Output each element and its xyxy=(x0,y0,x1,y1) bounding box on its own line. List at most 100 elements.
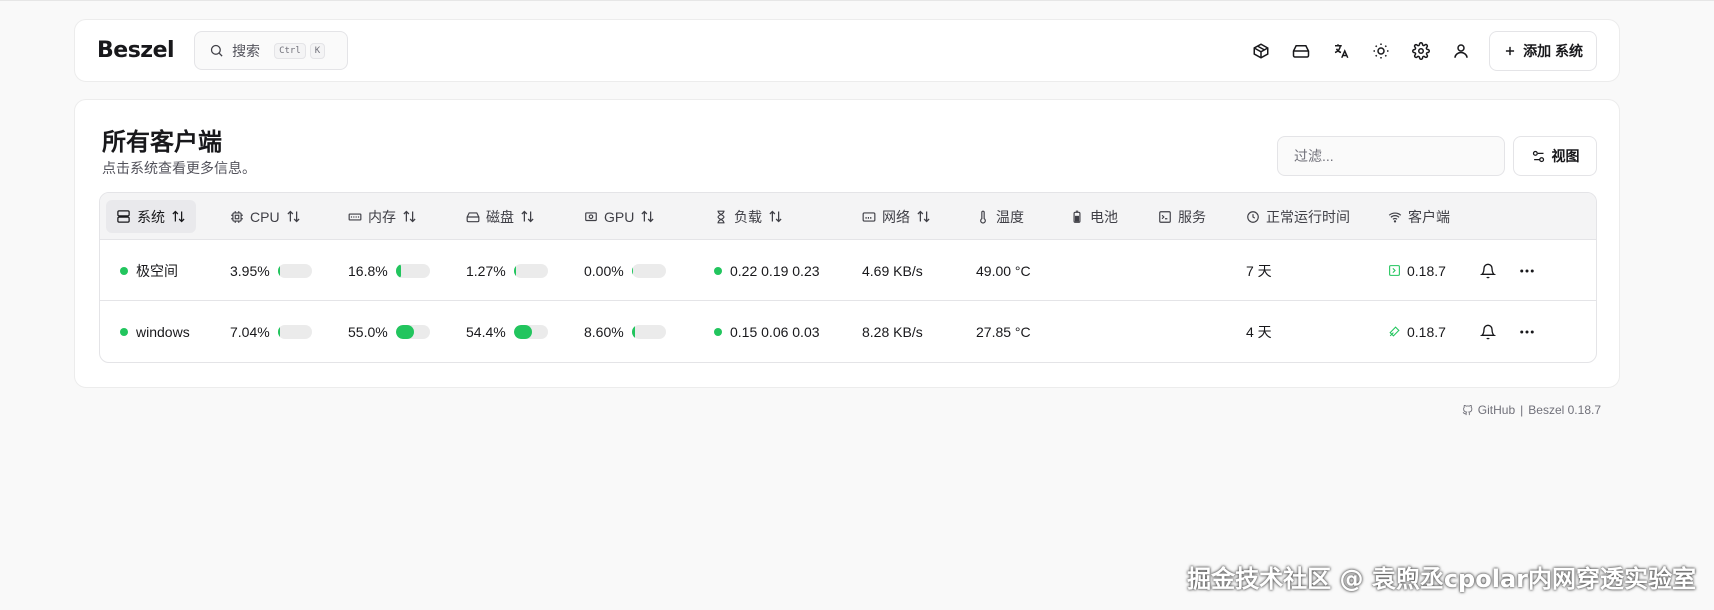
plus-icon xyxy=(1506,46,1515,55)
memory-bar-fill xyxy=(395,324,415,339)
memory-cell: 16.8% xyxy=(348,240,430,301)
gpu-value: 8.60% xyxy=(584,323,624,340)
gpu-bar xyxy=(631,324,666,339)
cpu-bar-fill xyxy=(277,263,280,278)
windows-agent-icon xyxy=(1389,326,1400,337)
column-uptime[interactable]: 正常运行时间 xyxy=(1246,193,1350,240)
battery-icon xyxy=(1073,210,1081,223)
column-cpu[interactable]: CPU xyxy=(230,193,301,240)
bell-icon xyxy=(1480,324,1496,339)
settings-button[interactable] xyxy=(1401,31,1441,71)
more-actions-button[interactable] xyxy=(1518,240,1536,301)
column-agent-label: 客户端 xyxy=(1408,208,1450,225)
disks-button[interactable] xyxy=(1281,31,1321,71)
disk-cell: 54.4% xyxy=(466,301,548,362)
system-name-cell[interactable]: 极空间 xyxy=(120,240,178,301)
filter-input[interactable] xyxy=(1277,136,1505,176)
user-icon xyxy=(1454,43,1468,58)
column-agent[interactable]: 客户端 xyxy=(1388,193,1450,240)
footer: GitHub | Beszel 0.18.7 xyxy=(1462,403,1601,417)
column-temperature[interactable]: 温度 xyxy=(976,193,1024,240)
agent-version: 0.18.7 xyxy=(1407,262,1446,279)
table-header: 系统 CPU 内存 磁盘 GPU 负载 网络 温度 电池 服务 正常运行时间 客… xyxy=(100,193,1596,240)
column-load[interactable]: 负载 xyxy=(714,193,783,240)
column-network[interactable]: 网络 xyxy=(862,193,931,240)
cpu-icon xyxy=(231,210,243,223)
column-temperature-label: 温度 xyxy=(996,208,1024,225)
system-name-cell[interactable]: windows xyxy=(120,301,190,362)
column-memory-label: 内存 xyxy=(368,208,396,225)
column-system[interactable]: 系统 xyxy=(106,200,196,233)
memory-value: 55.0% xyxy=(348,323,388,340)
load-cell: 0.22 0.19 0.23 xyxy=(714,240,820,301)
gpu-cell: 0.00% xyxy=(584,240,666,301)
language-button[interactable] xyxy=(1321,31,1361,71)
more-actions-button[interactable] xyxy=(1518,301,1536,362)
network-cell: 8.28 KB/s xyxy=(862,301,923,362)
gpu-value: 0.00% xyxy=(584,262,624,279)
watermark: 掘金技术社区 @ 袁煦丞cpolar内网穿透实验室 xyxy=(1187,565,1696,593)
memory-bar xyxy=(395,324,430,339)
view-button[interactable]: 视图 xyxy=(1513,136,1597,176)
status-dot xyxy=(120,327,128,336)
version-link[interactable]: Beszel 0.18.7 xyxy=(1528,403,1601,417)
sort-icon xyxy=(172,210,185,223)
column-memory[interactable]: 内存 xyxy=(348,193,417,240)
uptime-cell: 4 天 xyxy=(1246,301,1272,362)
sort-icon xyxy=(521,210,534,223)
github-link[interactable]: GitHub xyxy=(1478,403,1515,417)
cpu-bar-fill xyxy=(277,324,281,339)
column-system-label: 系统 xyxy=(137,208,165,225)
terminal-square-icon xyxy=(1389,265,1400,276)
table-row[interactable]: windows 7.04% 55.0% 54.4% 8.60% 0.15 0.0… xyxy=(100,301,1596,362)
memory-cell: 55.0% xyxy=(348,301,430,362)
disk-value: 1.27% xyxy=(466,262,506,279)
more-horizontal-icon xyxy=(1520,330,1534,333)
search-button[interactable]: 搜索 Ctrl K xyxy=(194,31,349,70)
column-cpu-label: CPU xyxy=(250,208,280,225)
add-system-label: 添加 系统 xyxy=(1523,42,1583,59)
hard-drive-icon xyxy=(466,211,480,222)
language-icon xyxy=(1334,43,1349,58)
thermometer-icon xyxy=(980,210,986,224)
column-services[interactable]: 服务 xyxy=(1158,193,1206,240)
column-services-label: 服务 xyxy=(1178,208,1206,225)
hard-drive-icon xyxy=(1292,44,1310,58)
status-dot xyxy=(120,266,128,275)
cpu-bar xyxy=(277,263,312,278)
alerts-button[interactable] xyxy=(1480,301,1496,362)
view-label: 视图 xyxy=(1551,148,1580,164)
agent-version: 0.18.7 xyxy=(1407,323,1446,340)
ethernet-port-icon xyxy=(862,211,876,222)
wifi-icon xyxy=(1388,211,1402,223)
temperature-value: 49.00 °C xyxy=(976,262,1031,279)
cpu-bar xyxy=(277,324,312,339)
theme-toggle[interactable] xyxy=(1361,31,1401,71)
alerts-button[interactable] xyxy=(1480,240,1496,301)
disk-bar-fill xyxy=(513,263,516,278)
clock-arrow-icon xyxy=(1247,210,1259,223)
search-label: 搜索 xyxy=(232,42,261,59)
load-value: 0.22 0.19 0.23 xyxy=(730,262,820,279)
logo[interactable]: Beszel xyxy=(97,38,175,63)
load-status-dot xyxy=(714,266,722,275)
gpu-bar-fill xyxy=(631,324,635,339)
column-disk-label: 磁盘 xyxy=(486,208,514,225)
kbd-ctrl: Ctrl xyxy=(274,42,306,59)
column-battery[interactable]: 电池 xyxy=(1070,193,1118,240)
system-name: windows xyxy=(136,323,190,340)
add-system-button[interactable]: 添加 系统 xyxy=(1489,30,1597,71)
cpu-cell: 7.04% xyxy=(230,301,312,362)
containers-button[interactable] xyxy=(1241,31,1281,71)
network-cell: 4.69 KB/s xyxy=(862,240,923,301)
uptime-value: 7 天 xyxy=(1246,262,1272,279)
column-disk[interactable]: 磁盘 xyxy=(466,193,535,240)
memory-bar-fill xyxy=(395,263,402,278)
table-row[interactable]: 极空间 3.95% 16.8% 1.27% 0.00% 0.22 0.19 0.… xyxy=(100,240,1596,301)
load-value: 0.15 0.06 0.03 xyxy=(730,323,820,340)
column-network-label: 网络 xyxy=(882,208,910,225)
terminal-square-icon xyxy=(1159,210,1171,223)
column-uptime-label: 正常运行时间 xyxy=(1266,208,1350,225)
user-menu-button[interactable] xyxy=(1441,31,1481,71)
column-gpu[interactable]: GPU xyxy=(584,193,655,240)
